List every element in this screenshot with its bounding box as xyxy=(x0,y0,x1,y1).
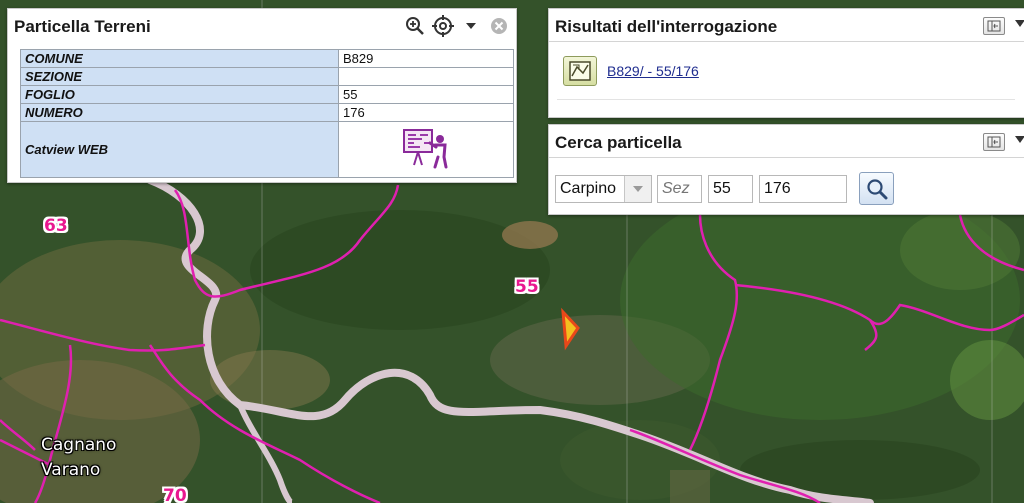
presentation-board-icon[interactable] xyxy=(402,127,450,172)
dock-icon[interactable] xyxy=(983,133,1005,151)
sheet-label-70: 70 xyxy=(163,486,187,503)
dock-icon[interactable] xyxy=(983,17,1005,35)
dropdown-arrow-icon[interactable] xyxy=(460,15,482,37)
attribute-table: COMUNE B829 SEZIONE FOGLIO 55 NUMERO 176… xyxy=(20,49,514,178)
attribute-key: Catview WEB xyxy=(20,121,339,178)
panel-title: Cerca particella xyxy=(555,133,682,152)
sezione-input[interactable] xyxy=(657,174,702,203)
attribute-value: 176 xyxy=(338,103,514,122)
close-icon[interactable] xyxy=(488,15,510,37)
crosshair-icon[interactable] xyxy=(432,15,454,37)
panel-header: Risultati dell'interrogazione xyxy=(549,9,1024,42)
panel-menu-arrow-icon[interactable] xyxy=(1015,136,1024,143)
panel-header: Cerca particella xyxy=(549,125,1024,158)
table-row: FOGLIO 55 xyxy=(20,85,514,104)
attribute-key: FOGLIO xyxy=(20,85,339,104)
search-form: Carpino xyxy=(555,172,894,205)
search-button[interactable] xyxy=(859,172,894,205)
attribute-value: B829 xyxy=(338,49,514,68)
cerca-particella-panel: Cerca particella Carpino xyxy=(548,124,1024,215)
catview-cell xyxy=(338,121,514,178)
risultati-panel: Risultati dell'interrogazione B829/ - 55… xyxy=(548,8,1024,118)
attribute-key: NUMERO xyxy=(20,103,339,122)
magnifier-icon xyxy=(866,178,887,199)
attribute-value: 55 xyxy=(338,85,514,104)
panel-title: Particella Terreni xyxy=(14,17,151,36)
result-link[interactable]: B829/ - 55/176 xyxy=(607,63,699,79)
result-item: B829/ - 55/176 xyxy=(563,56,699,86)
town-label-line1: Cagnano xyxy=(41,435,117,455)
table-row: COMUNE B829 xyxy=(20,49,514,68)
panel-menu-arrow-icon[interactable] xyxy=(1015,20,1024,27)
chevron-down-icon[interactable] xyxy=(624,175,651,202)
sheet-label-55: 55 xyxy=(515,277,539,297)
attribute-value xyxy=(338,67,514,86)
particella-terreni-panel: Particella Terreni COMUNE B829 SEZIONE F… xyxy=(7,8,517,183)
table-row: SEZIONE xyxy=(20,67,514,86)
panel-title: Risultati dell'interrogazione xyxy=(555,17,778,36)
numero-input[interactable] xyxy=(759,174,847,203)
table-row: NUMERO 176 xyxy=(20,103,514,122)
comune-select[interactable]: Carpino xyxy=(555,174,652,203)
zoom-in-icon[interactable] xyxy=(404,15,426,37)
attribute-key: COMUNE xyxy=(20,49,339,68)
foglio-input[interactable] xyxy=(708,174,753,203)
divider xyxy=(557,99,1015,100)
town-label-line2: Varano xyxy=(41,460,101,480)
sheet-label-63: 63 xyxy=(44,216,68,236)
panel-header: Particella Terreni xyxy=(8,9,516,42)
comune-select-value: Carpino xyxy=(560,179,617,197)
map-parcel-icon[interactable] xyxy=(563,56,597,86)
table-row: Catview WEB xyxy=(20,121,514,178)
attribute-key: SEZIONE xyxy=(20,67,339,86)
